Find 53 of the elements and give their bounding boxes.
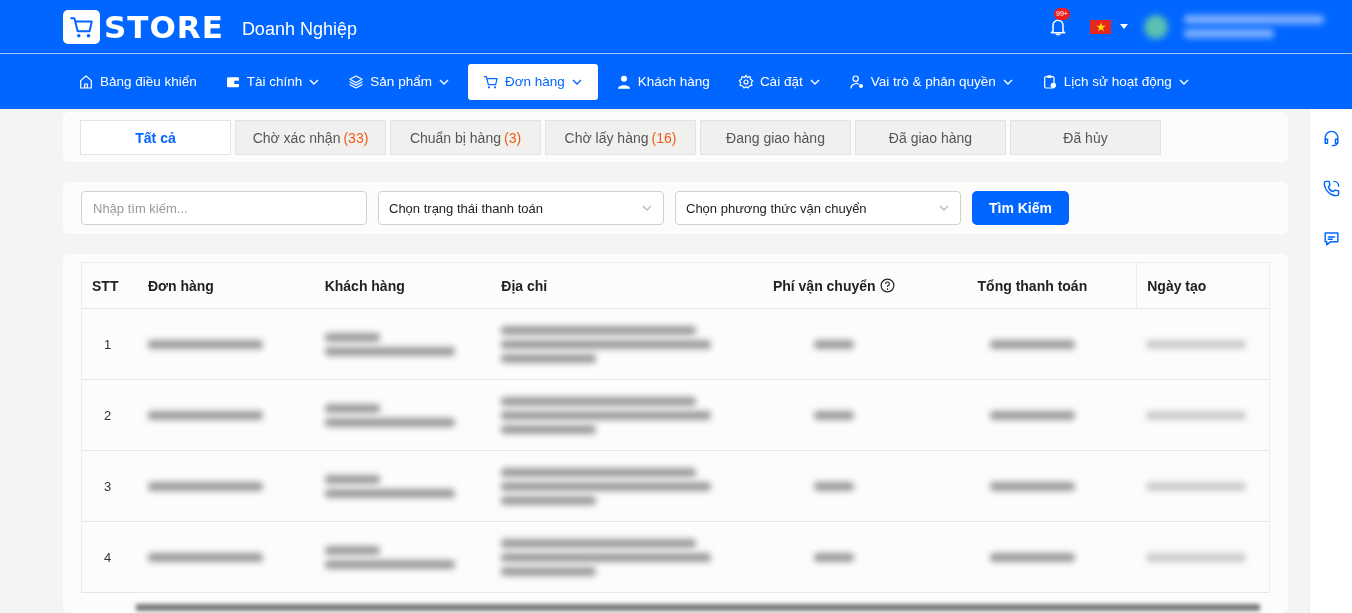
- nav-item[interactable]: Cài đặt: [727, 63, 831, 100]
- blurred-text: [813, 339, 854, 349]
- clipboard-icon: [1041, 73, 1058, 90]
- cart-icon: [482, 73, 499, 90]
- nav-item[interactable]: Lịch sử hoạt động: [1031, 63, 1200, 100]
- row-number: 1: [104, 336, 113, 352]
- nav-item[interactable]: Bảng điều khiển: [68, 63, 207, 100]
- brand-subtitle: Doanh Nghiệp: [241, 19, 357, 40]
- gear-icon: [737, 73, 754, 90]
- dropdown-select[interactable]: Chọn trạng thái thanh toán: [378, 191, 664, 225]
- blurred-text: [813, 410, 854, 420]
- search-button[interactable]: Tìm Kiếm: [972, 191, 1069, 225]
- nav-item[interactable]: Đơn hàng: [467, 63, 598, 100]
- user-gear-icon: [848, 73, 865, 90]
- status-tab[interactable]: Đã giao hàng: [855, 120, 1006, 155]
- user-icon: [615, 73, 632, 90]
- search-field[interactable]: Nhập tìm kiếm...: [81, 191, 367, 225]
- logo-text: STORE: [104, 8, 224, 45]
- column-header: Phí vận chuyển: [772, 277, 876, 294]
- column-header: Tổng thanh toán: [977, 277, 1088, 294]
- status-tab[interactable]: Tất cả: [80, 120, 231, 155]
- column-header: Đơn hàng: [147, 277, 214, 294]
- phone-icon: [1321, 179, 1341, 198]
- headset-button[interactable]: [1321, 129, 1341, 148]
- status-tab[interactable]: Chuẩn bị hàng (3): [390, 120, 541, 155]
- blurred-text: [813, 481, 854, 491]
- row-number: 2: [104, 407, 113, 423]
- vietnam-flag-icon[interactable]: [1090, 19, 1111, 34]
- row-number: 4: [104, 549, 113, 565]
- phone-button[interactable]: [1321, 179, 1341, 198]
- horizontal-scrollbar[interactable]: [136, 604, 1260, 611]
- caret-down-icon[interactable]: [1120, 24, 1128, 29]
- status-tab[interactable]: Đang giao hàng: [700, 120, 851, 155]
- nav-item[interactable]: Khách hàng: [605, 63, 720, 100]
- column-header: Địa chỉ: [501, 277, 548, 294]
- layers-icon: [348, 73, 365, 90]
- column-header: STT: [92, 277, 119, 294]
- nav-item[interactable]: Tài chính: [214, 63, 331, 100]
- chat-icon: [1321, 229, 1341, 248]
- dropdown-select[interactable]: Chọn phương thức vận chuyển: [675, 191, 961, 225]
- headset-icon: [1321, 129, 1341, 148]
- status-tab[interactable]: Chờ xác nhận (33): [235, 120, 386, 155]
- nav-item[interactable]: Vai trò & phân quyền: [838, 63, 1024, 100]
- column-header: Khách hàng: [324, 277, 405, 294]
- nav-item[interactable]: Sản phẩm: [338, 63, 460, 100]
- status-tab[interactable]: Chờ lấy hàng (16): [545, 120, 696, 155]
- blurred-text: [813, 552, 854, 562]
- row-number: 3: [104, 478, 113, 494]
- home-icon: [78, 73, 94, 90]
- cart-logo-icon: [63, 9, 100, 44]
- status-tab[interactable]: Đã hủy: [1010, 120, 1161, 155]
- chat-button[interactable]: [1321, 229, 1341, 248]
- column-header: Ngày tạo: [1147, 277, 1207, 294]
